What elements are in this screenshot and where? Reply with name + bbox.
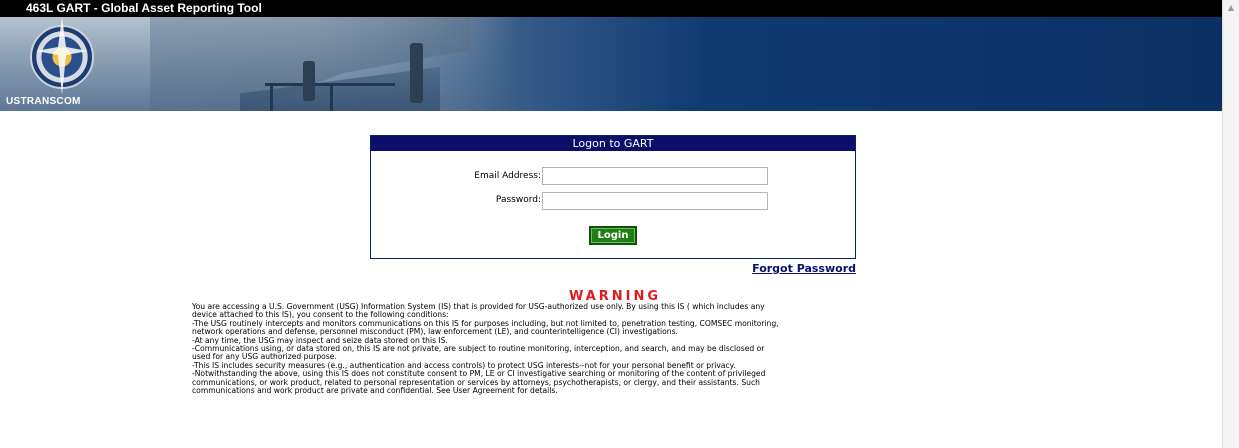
- login-button[interactable]: Login: [589, 226, 637, 245]
- scroll-up-arrow-icon[interactable]: ▲: [1223, 0, 1239, 15]
- warning-notice: You are accessing a U.S. Government (USG…: [192, 302, 1043, 396]
- window-title: 463L GART - Global Asset Reporting Tool: [0, 0, 1222, 17]
- brand-name: USTRANSCOM: [6, 96, 81, 107]
- password-field[interactable]: [542, 192, 768, 210]
- vertical-scrollbar[interactable]: ▲: [1222, 0, 1239, 448]
- warning-line: communications and work product are priv…: [192, 386, 558, 396]
- banner-photo-rail-post: [330, 83, 333, 111]
- email-field[interactable]: [542, 167, 768, 185]
- login-panel: Logon to GART Email Address: Password: L…: [370, 135, 856, 259]
- password-label: Password:: [495, 195, 541, 205]
- login-panel-title: Logon to GART: [371, 136, 855, 151]
- compass-star-icon: [36, 17, 88, 95]
- forgot-password-link[interactable]: Forgot Password: [740, 262, 856, 275]
- banner-photo-person: [303, 61, 315, 101]
- email-label: Email Address:: [474, 171, 541, 181]
- banner-photo-rail-post: [270, 83, 273, 111]
- banner-photo-person: [410, 43, 423, 103]
- header-banner: USTRANSCOM: [0, 17, 1222, 111]
